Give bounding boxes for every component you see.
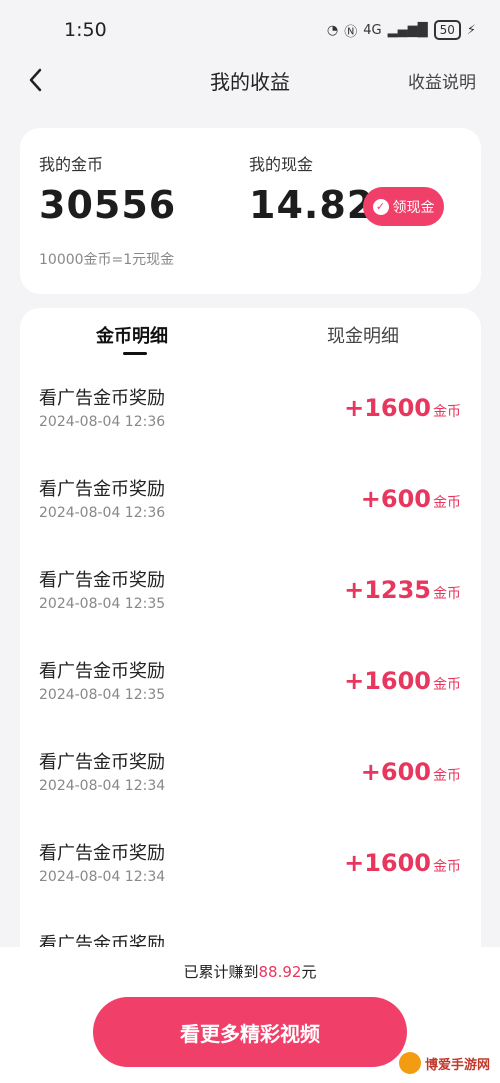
withdraw-cash-label: 领现金 [392, 199, 435, 216]
detail-card: 金币明细 现金明细 看广告金币奖励 2024-08-04 12:36 +1600… [20, 308, 481, 1008]
status-time: 1:50 [64, 19, 107, 41]
status-icons: ◔ Ⓝ 4G ▂▄▆█ 50 ⚡ [327, 20, 476, 40]
nfc-icon: Ⓝ [344, 24, 358, 40]
list-item: 看广告金币奖励 2024-08-04 12:36 +1600 金币 [20, 384, 481, 474]
record-amount-unit: 金币 [433, 495, 461, 511]
watermark-text: 博爱手游网 [424, 1057, 490, 1073]
record-amount-value: +1600 [344, 849, 431, 877]
list-item: 看广告金币奖励 2024-08-04 12:34 +1600 金币 [20, 839, 481, 929]
list-item: 看广告金币奖励 2024-08-04 12:34 +600 金币 [20, 748, 481, 838]
record-amount-unit: 金币 [433, 677, 461, 693]
withdraw-cash-button[interactable]: ✓ 领现金 [363, 187, 444, 226]
record-amount-unit: 金币 [433, 859, 461, 875]
list-item: 看广告金币奖励 2024-08-04 12:35 +1235 金币 [20, 566, 481, 656]
record-title: 看广告金币奖励 [39, 479, 165, 500]
record-amount-unit: 金币 [433, 586, 461, 602]
record-amount: +600 金币 [361, 485, 461, 513]
battery-icon: 50 [433, 20, 461, 40]
header: 我的收益 收益说明 [0, 56, 500, 104]
total-earned-suffix: 元 [301, 963, 317, 981]
cash-balance-label: 我的现金 [249, 155, 314, 174]
record-time: 2024-08-04 12:36 [39, 505, 166, 521]
record-amount: +1600 金币 [344, 394, 461, 422]
record-amount-value: +1235 [344, 576, 431, 604]
tab-coin-detail[interactable]: 金币明细 [96, 322, 168, 348]
chevron-left-icon [29, 68, 42, 92]
record-amount-value: +1600 [344, 667, 431, 695]
status-bar: 1:50 ◔ Ⓝ 4G ▂▄▆█ 50 ⚡ [0, 0, 500, 60]
coin-icon: ✓ [372, 198, 389, 215]
record-amount: +1600 金币 [344, 667, 461, 695]
record-time: 2024-08-04 12:35 [39, 687, 166, 703]
speed-icon: ◔ [326, 22, 339, 38]
total-earned: 已累计赚到88.92元 [0, 961, 500, 982]
record-amount: +1600 金币 [344, 849, 461, 877]
signal-icon: ▂▄▆█ [387, 22, 428, 38]
record-title: 看广告金币奖励 [39, 388, 165, 409]
record-amount-unit: 金币 [433, 768, 461, 784]
back-button[interactable] [20, 64, 52, 96]
watch-more-videos-button[interactable]: 看更多精彩视频 [93, 997, 407, 1067]
record-time: 2024-08-04 12:34 [39, 869, 166, 885]
list-item: 看广告金币奖励 2024-08-04 12:35 +1600 金币 [20, 657, 481, 747]
record-title: 看广告金币奖励 [39, 570, 165, 591]
earnings-help-link[interactable]: 收益说明 [408, 68, 476, 93]
active-tab-indicator [123, 352, 147, 355]
record-title: 看广告金币奖励 [39, 661, 165, 682]
coin-balance-label: 我的金币 [39, 155, 104, 174]
list-item: 看广告金币奖励 2024-08-04 12:36 +600 金币 [20, 475, 481, 565]
record-amount-value: +600 [360, 485, 431, 513]
watermark: 博爱手游网 [398, 1052, 490, 1074]
charging-icon: ⚡ [466, 22, 476, 38]
record-time: 2024-08-04 12:36 [39, 414, 166, 430]
record-amount: +1235 金币 [344, 576, 461, 604]
record-title: 看广告金币奖励 [39, 843, 165, 864]
cash-balance-value: 14.82 [249, 183, 375, 227]
tab-cash-detail[interactable]: 现金明细 [327, 322, 399, 348]
total-earned-amount: 88.92 [258, 963, 302, 981]
exchange-rate-note: 10000金币=1元现金 [39, 252, 175, 268]
total-earned-prefix: 已累计赚到 [183, 963, 259, 981]
record-amount-unit: 金币 [433, 404, 461, 420]
record-title: 看广告金币奖励 [39, 752, 165, 773]
balance-card: 我的金币 30556 我的现金 14.82 ✓ 领现金 10000金币=1元现金 [20, 128, 481, 294]
page-title: 我的收益 [210, 69, 290, 94]
record-amount: +600 金币 [361, 758, 461, 786]
record-time: 2024-08-04 12:35 [39, 596, 166, 612]
record-time: 2024-08-04 12:34 [39, 778, 166, 794]
coin-balance-value: 30556 [39, 183, 177, 227]
network-label: 4G [363, 22, 382, 38]
watermark-logo [398, 1052, 421, 1074]
record-amount-value: +600 [360, 758, 431, 786]
record-amount-value: +1600 [344, 394, 431, 422]
